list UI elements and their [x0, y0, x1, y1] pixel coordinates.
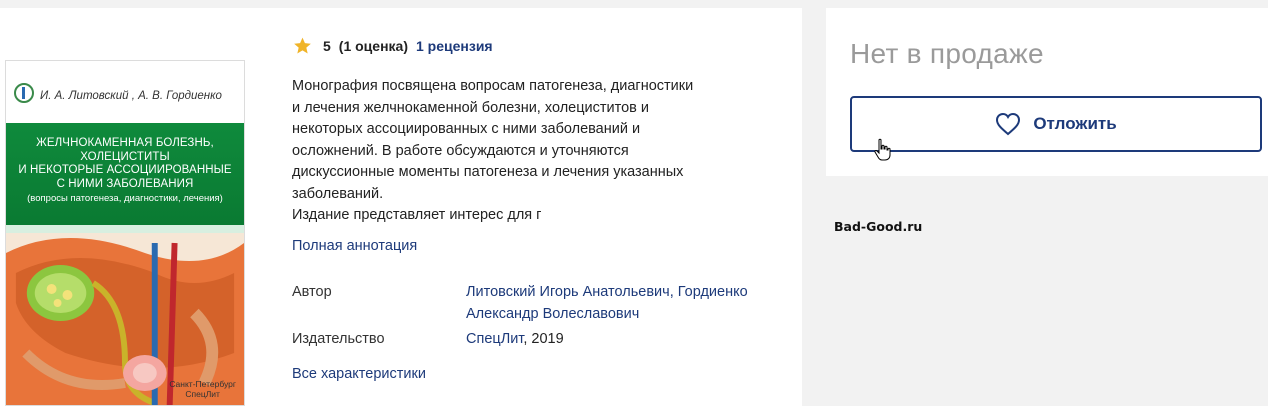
cover-authors: И. А. Литовский , А. В. Гордиенко	[40, 90, 222, 102]
star-icon	[294, 37, 311, 54]
book-description: Монография посвящена вопросам патогенеза…	[292, 76, 752, 227]
cover-title-line: и некоторые ассоциированные	[18, 164, 232, 176]
availability-status: Нет в продаже	[850, 38, 1044, 69]
property-label: Издательство	[292, 331, 385, 347]
cover-header: И. А. Литовский , А. В. Гордиенко	[6, 61, 244, 119]
rating-row: 5 (1 оценка) 1 рецензия	[292, 36, 493, 56]
publisher-link[interactable]: СпецЛит	[466, 331, 523, 347]
cover-publisher: СпецЛит	[185, 389, 220, 399]
medical-logo-icon	[14, 83, 34, 103]
reviews-link[interactable]: 1 рецензия	[416, 38, 493, 54]
characteristics-list: Автор Литовский Игорь Анатольевич, Горди…	[292, 282, 792, 351]
cover-title-block: Желчнокаменная болезнь, холециститы и не…	[6, 123, 244, 225]
property-value: СпецЛит, 2019	[466, 329, 786, 351]
heart-icon	[996, 112, 1021, 136]
cover-city: Санкт-Петербург	[169, 379, 236, 389]
property-label: Автор	[292, 284, 332, 300]
book-cover-image[interactable]: И. А. Литовский , А. В. Гордиенко Желчно…	[5, 60, 245, 406]
cover-stripe	[6, 225, 244, 233]
cover-title-line: с ними заболевания	[56, 177, 194, 190]
rating-score: 5	[323, 38, 331, 54]
cover-title-line: Желчнокаменная болезнь,	[36, 137, 214, 149]
author-link[interactable]: Литовский Игорь Анатольевич, Гордиенко А…	[466, 284, 748, 322]
full-annotation-link[interactable]: Полная аннотация	[292, 238, 417, 254]
save-for-later-button[interactable]: Отложить	[850, 96, 1262, 152]
all-characteristics-link[interactable]: Все характеристики	[292, 366, 426, 382]
publisher-year: , 2019	[523, 331, 564, 347]
property-row-author: Автор Литовский Игорь Анатольевич, Горди…	[292, 282, 792, 325]
description-text: Монография посвящена вопросам патогенеза…	[292, 78, 694, 223]
property-value: Литовский Игорь Анатольевич, Гордиенко А…	[466, 282, 786, 325]
cover-title-line: холециститы	[80, 150, 170, 163]
hand-cursor-icon	[874, 138, 891, 161]
save-button-label: Отложить	[1033, 114, 1117, 133]
purchase-panel: Нет в продаже Отложить	[826, 8, 1268, 176]
cover-imprint: Санкт-Петербург СпецЛит	[169, 379, 236, 399]
watermark-text: Bad-Good.ru	[834, 219, 923, 234]
property-row-publisher: Издательство СпецЛит, 2019	[292, 329, 792, 351]
rating-count: (1 оценка)	[338, 38, 408, 54]
cover-subtitle: (вопросы патогенеза, диагностики, лечени…	[27, 193, 223, 204]
